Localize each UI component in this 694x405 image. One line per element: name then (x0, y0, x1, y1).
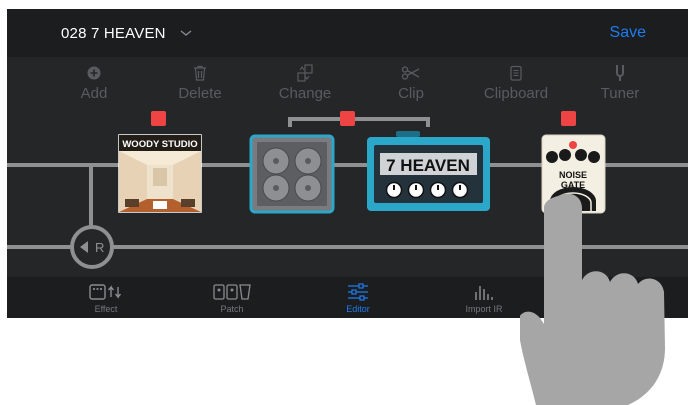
woody-studio-label: WOODY STUDIO (122, 139, 197, 150)
change-button[interactable]: Change (260, 63, 350, 102)
cabinet-block[interactable] (249, 134, 335, 214)
clipboard-button[interactable]: Clipboard (471, 63, 561, 102)
tuning-fork-icon (616, 65, 624, 81)
clip-button[interactable]: Clip (366, 63, 456, 102)
top-bar: 028 7 HEAVEN Save (7, 9, 688, 57)
pedal-label-line1: NOISE (559, 170, 587, 180)
return-node[interactable]: R (70, 225, 114, 269)
swap-icon (297, 64, 313, 82)
cab-on-indicator[interactable] (151, 111, 166, 126)
chevron-down-icon[interactable] (175, 24, 197, 42)
amp-7-heaven-block[interactable]: 7 HEAVEN (367, 131, 490, 211)
pointing-hand-icon (520, 193, 665, 405)
preset-name[interactable]: 028 7 HEAVEN (61, 25, 166, 42)
plus-circle-icon (87, 66, 101, 80)
return-label: R (95, 240, 104, 255)
amp-group-on-indicator[interactable] (340, 111, 355, 126)
amp-name-label: 7 HEAVEN (386, 156, 470, 175)
sliders-icon (348, 283, 368, 301)
woody-studio-block[interactable]: WOODY STUDIO (118, 134, 202, 213)
patch-icon (213, 284, 251, 300)
tuner-button[interactable]: Tuner (575, 63, 665, 102)
waveform-icon (475, 286, 493, 300)
nav-effect[interactable]: Effect (58, 280, 154, 314)
nav-import-ir[interactable]: Import IR (436, 280, 532, 314)
edit-toolbar: Add Delete Change Clip Clipboard Tuner (7, 57, 688, 107)
scissors-icon (401, 66, 420, 80)
trash-icon (194, 65, 206, 81)
effect-icon (89, 284, 122, 300)
save-button[interactable]: Save (610, 24, 646, 42)
nav-editor[interactable]: Editor (310, 280, 406, 314)
noise-gate-on-indicator[interactable] (561, 111, 576, 126)
add-button[interactable]: Add (49, 63, 139, 102)
clipboard-icon (510, 65, 522, 81)
nav-patch[interactable]: Patch (184, 280, 280, 314)
delete-button[interactable]: Delete (155, 63, 245, 102)
